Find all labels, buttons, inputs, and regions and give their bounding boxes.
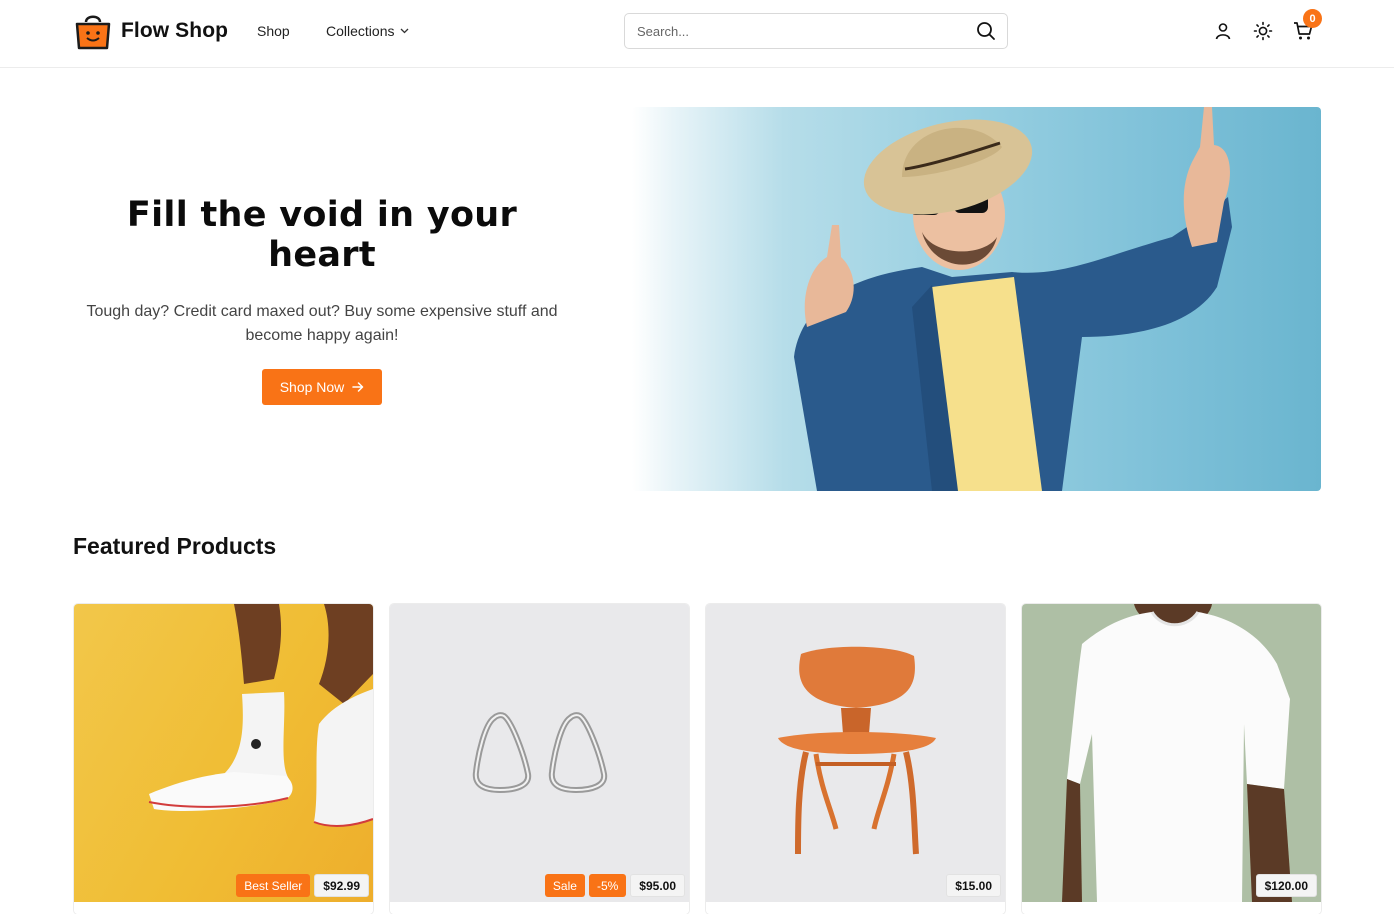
search-input[interactable] bbox=[625, 14, 965, 48]
product-image bbox=[1022, 604, 1321, 902]
product-card-footer bbox=[706, 902, 1005, 914]
product-tags: $15.00 bbox=[946, 874, 1001, 897]
hero-text: Fill the void in your heart Tough day? C… bbox=[74, 195, 570, 348]
featured-products-heading: Featured Products bbox=[73, 533, 277, 559]
product-card-sneakers[interactable]: Best Seller $92.99 bbox=[74, 604, 373, 914]
discount-badge: -5% bbox=[588, 874, 627, 897]
search-icon[interactable] bbox=[976, 21, 996, 41]
user-icon bbox=[1215, 23, 1231, 40]
product-tags: $120.00 bbox=[1255, 874, 1317, 897]
hero-title: Fill the void in your heart bbox=[126, 195, 518, 275]
hero-image bbox=[632, 107, 1321, 491]
account-button[interactable] bbox=[1213, 21, 1233, 41]
brand-logo-link[interactable]: Flow Shop bbox=[74, 12, 228, 50]
product-card-footer bbox=[1022, 902, 1321, 914]
shopping-bag-logo-icon bbox=[75, 15, 111, 50]
product-tags: Best Seller $92.99 bbox=[236, 874, 369, 897]
product-price: $120.00 bbox=[1255, 874, 1317, 897]
product-card-chair[interactable]: $15.00 bbox=[706, 604, 1005, 914]
cart-count-badge: 0 bbox=[1303, 9, 1322, 28]
arrow-right-icon bbox=[352, 382, 364, 392]
nav-shop-link[interactable]: Shop bbox=[257, 23, 290, 39]
site-header: Flow Shop Shop Collections Search... 0 bbox=[0, 0, 1394, 68]
best-seller-badge: Best Seller bbox=[236, 874, 311, 897]
shop-now-button[interactable]: Shop Now bbox=[262, 369, 382, 405]
product-image bbox=[74, 604, 373, 902]
product-card-footer bbox=[74, 902, 373, 914]
product-card-earrings[interactable]: Sale -5% $95.00 bbox=[390, 604, 689, 914]
product-card-tshirt[interactable]: $120.00 bbox=[1022, 604, 1321, 914]
shop-now-label: Shop Now bbox=[279, 379, 345, 395]
brand-name: Flow Shop bbox=[121, 19, 229, 42]
product-price: $15.00 bbox=[946, 874, 1001, 897]
product-image bbox=[706, 604, 1005, 902]
product-tags: Sale -5% $95.00 bbox=[544, 874, 685, 897]
hero-subtitle: Tough day? Credit card maxed out? Buy so… bbox=[86, 303, 558, 344]
chevron-down-icon bbox=[401, 28, 409, 34]
nav-collections-label: Collections bbox=[326, 23, 395, 39]
product-image bbox=[390, 604, 689, 902]
nav-collections-dropdown[interactable]: Collections bbox=[326, 23, 409, 39]
product-card-footer bbox=[390, 902, 689, 914]
theme-toggle-button[interactable] bbox=[1253, 21, 1273, 41]
search-box bbox=[624, 13, 1008, 49]
product-price: $95.00 bbox=[630, 874, 685, 897]
sale-badge: Sale bbox=[544, 874, 585, 897]
product-price: $92.99 bbox=[314, 874, 369, 897]
sun-icon bbox=[1253, 21, 1273, 41]
